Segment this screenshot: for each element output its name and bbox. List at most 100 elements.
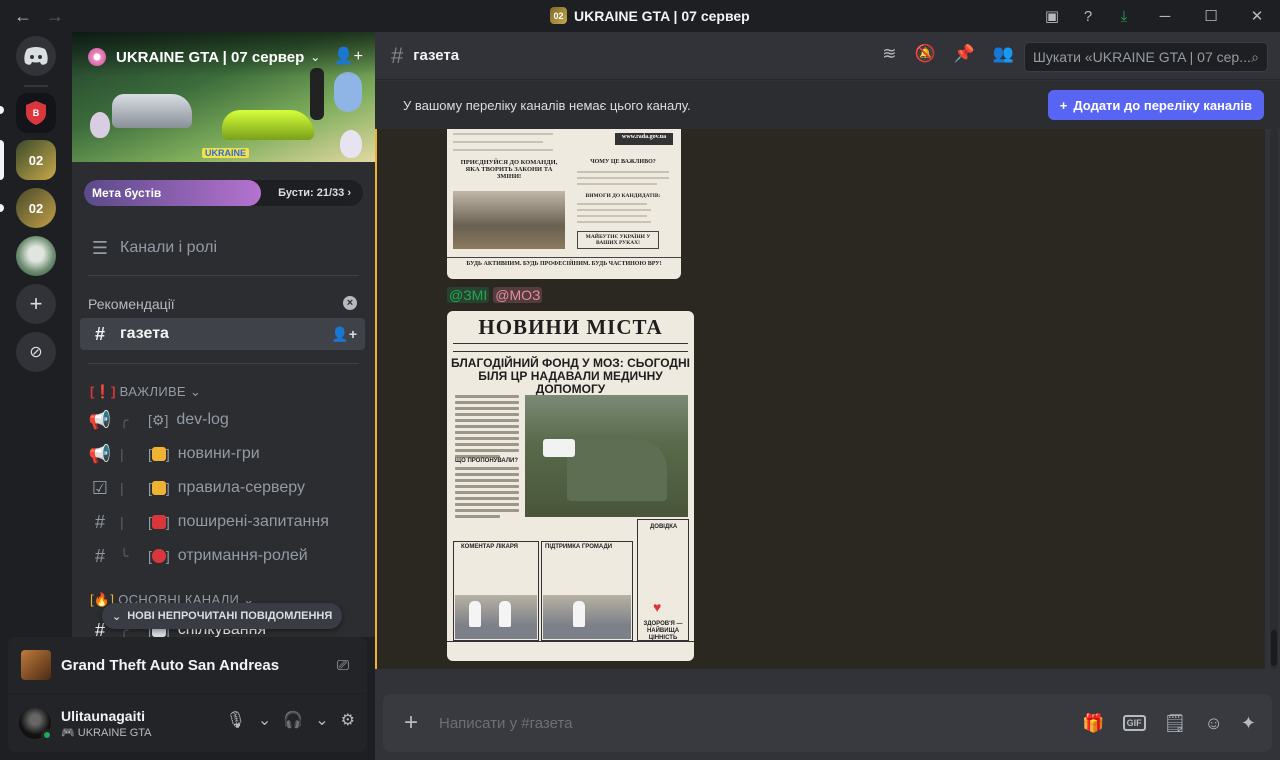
chevron-down-icon[interactable]: ⌄ bbox=[258, 710, 271, 730]
banner-bunny bbox=[334, 72, 362, 112]
banner-egg bbox=[90, 112, 110, 138]
gamepad-icon: 🎮 bbox=[61, 726, 75, 739]
sidebar-divider bbox=[88, 363, 359, 364]
window-title: UKRAINE GTA | 07 сервер bbox=[574, 7, 750, 24]
member-list-icon[interactable]: 👥 bbox=[993, 44, 1014, 64]
boost-goal-bar[interactable]: Мета бустів Бусти: 21/33 › bbox=[84, 180, 363, 206]
server-header[interactable]: UKRAINE GTA | 07 сервер ⌄ 👤+ bbox=[72, 44, 375, 70]
stream-screen-icon[interactable]: ⎚ bbox=[337, 657, 349, 674]
add-member-icon[interactable]: 👤+ bbox=[331, 326, 357, 343]
article-list bbox=[455, 467, 519, 521]
server-avatar[interactable] bbox=[16, 236, 56, 276]
not-in-list-notice: У вашому переліку каналів немає цього ка… bbox=[375, 81, 1280, 129]
chevron-down-icon: ⌄ bbox=[112, 610, 122, 623]
threads-icon[interactable]: ≋ bbox=[882, 44, 896, 64]
online-status-icon bbox=[41, 729, 53, 741]
recommendations-header: Рекомендації × bbox=[88, 296, 359, 312]
heart-icon: ♥ bbox=[653, 599, 662, 615]
add-server-button[interactable]: + bbox=[16, 284, 56, 324]
channels-roles-label: Канали і ролі bbox=[120, 239, 218, 256]
username[interactable]: Ulitaunagaiti bbox=[61, 708, 152, 724]
stop-sign-icon bbox=[151, 549, 166, 563]
search-box[interactable]: ⌕ bbox=[1024, 42, 1268, 72]
headphones-icon[interactable]: 🎧 bbox=[283, 710, 303, 730]
newspaper-headline: БЛАГОДІЙНИЙ ФОНД У МОЗ: СЬОГОДНІ БІЛЯ ЦР… bbox=[451, 356, 690, 396]
newspaper-dateline bbox=[453, 343, 688, 352]
gif-icon[interactable]: GIF bbox=[1122, 715, 1146, 731]
mention-zmi[interactable]: @ЗМІ bbox=[447, 287, 490, 303]
message-mentions: @ЗМІ @МОЗ bbox=[447, 287, 543, 303]
banner-car-lime bbox=[222, 110, 314, 140]
invite-user-icon[interactable]: 👤+ bbox=[334, 46, 363, 66]
game-title: Grand Theft Auto San Andreas bbox=[61, 656, 280, 674]
category-important[interactable]: [❗] ВАЖЛИВЕ ⌄ bbox=[90, 384, 201, 400]
channels-and-roles[interactable]: ☰ Канали і ролі bbox=[80, 232, 365, 264]
settings-gear-icon[interactable]: ⚙ bbox=[341, 710, 355, 730]
discord-home-icon[interactable] bbox=[16, 36, 56, 76]
gift-icon[interactable]: 🎁 bbox=[1082, 713, 1104, 734]
activity-panel[interactable]: Grand Theft Auto San Andreas ⎚ bbox=[8, 637, 367, 693]
pin-icon[interactable]: 📌 bbox=[954, 44, 975, 64]
hash-add-icon: # bbox=[94, 323, 105, 344]
channel-server-rules[interactable]: ☑ | [] правила-серверу bbox=[80, 472, 365, 504]
banner-logo: UKRAINE bbox=[202, 148, 250, 158]
channel-get-roles[interactable]: # ╰ [] отримання-ролей bbox=[80, 540, 365, 572]
screen-share-icon[interactable]: ▣ bbox=[1034, 0, 1070, 32]
announcement-icon: 📢 bbox=[88, 409, 112, 430]
message-scrollbar-track[interactable] bbox=[1270, 129, 1278, 669]
article-photo-ambulance bbox=[543, 439, 575, 457]
channel-game-news[interactable]: 📢 | [] новини-гри bbox=[80, 438, 365, 470]
server-ukraine-gta-07[interactable]: 02 bbox=[16, 140, 56, 180]
search-input[interactable] bbox=[1033, 49, 1252, 65]
plus-icon: + bbox=[1059, 97, 1068, 113]
article-text bbox=[455, 395, 519, 461]
channel-dev-log[interactable]: 📢 ╭ [⚙] dev-log bbox=[80, 404, 365, 436]
hash-icon: # bbox=[94, 545, 105, 566]
message-scrollbar-thumb[interactable] bbox=[1271, 630, 1277, 666]
dismiss-recommendations-icon[interactable]: × bbox=[343, 296, 357, 310]
channel-faq[interactable]: # | [] поширені-запитання bbox=[80, 506, 365, 538]
forward-arrow-icon[interactable]: → bbox=[46, 6, 64, 27]
microphone-icon[interactable]: 🎙 bbox=[226, 710, 246, 730]
new-unread-messages-pill[interactable]: ⌄ НОВІ НЕПРОЧИТАНІ ПОВІДОМЛЕННЯ bbox=[102, 603, 343, 629]
channel-gazeta[interactable]: # газета 👤+ bbox=[80, 318, 365, 350]
newspaper-masthead: НОВИНИ МІСТА bbox=[478, 315, 663, 339]
support-photo bbox=[543, 595, 631, 639]
search-icon: ⌕ bbox=[1251, 48, 1259, 65]
mention-moz[interactable]: @МОЗ bbox=[493, 287, 543, 303]
notepad-icon bbox=[151, 481, 166, 495]
explore-servers-icon[interactable]: ⊘ bbox=[16, 332, 56, 372]
phone-icon bbox=[151, 515, 166, 529]
maximize-button[interactable]: ☐ bbox=[1188, 0, 1234, 32]
bell-icon bbox=[151, 447, 166, 461]
minimize-button[interactable]: ─ bbox=[1142, 0, 1188, 32]
attach-plus-icon[interactable]: + bbox=[383, 709, 439, 737]
channel-sidebar: UKRAINE UKRAINE GTA | 07 сервер ⌄ 👤+ Мет… bbox=[72, 32, 375, 637]
notice-text: У вашому переліку каналів немає цього ка… bbox=[403, 97, 691, 113]
server-ukraine-gta-02[interactable]: 02 bbox=[16, 188, 56, 228]
doctors-photo bbox=[455, 595, 537, 639]
server-name: UKRAINE GTA | 07 сервер bbox=[116, 48, 305, 66]
add-to-channel-list-button[interactable]: + Додати до переліку каналів bbox=[1047, 90, 1264, 120]
svg-text:В: В bbox=[33, 108, 40, 118]
mute-bell-icon[interactable]: 🔕 bbox=[914, 44, 935, 64]
close-button[interactable]: ✕ bbox=[1234, 0, 1280, 32]
server-varta[interactable]: В bbox=[16, 93, 56, 133]
avatar[interactable] bbox=[19, 707, 53, 741]
sticker-icon[interactable]: 🗒 bbox=[1164, 713, 1187, 734]
user-status: 🎮 UKRAINE GTA bbox=[61, 726, 152, 739]
unread-indicator bbox=[0, 204, 4, 212]
back-arrow-icon[interactable]: ← bbox=[14, 6, 32, 27]
hash-icon: # bbox=[391, 42, 404, 68]
newspaper-image-2[interactable]: НОВИНИ МІСТА БЛАГОДІЙНИЙ ФОНД У МОЗ: СЬО… bbox=[447, 311, 694, 661]
chevron-down-icon[interactable]: ⌄ bbox=[315, 710, 328, 730]
server-flower-icon bbox=[88, 48, 106, 66]
newspaper-image-1[interactable]: www.rada.gov.ua ПРИЄДНУЙСЯ ДО КОМАНДИ, Я… bbox=[447, 129, 681, 279]
message-input[interactable] bbox=[439, 714, 1083, 732]
download-icon[interactable]: ⤓ bbox=[1106, 0, 1142, 32]
apps-icon[interactable]: ✦ bbox=[1241, 713, 1256, 734]
message-composer: + 🎁 GIF 🗒 ☺ ✦ bbox=[383, 694, 1272, 752]
sidebar-divider bbox=[88, 275, 359, 276]
emoji-icon[interactable]: ☺ bbox=[1205, 713, 1223, 734]
help-icon[interactable]: ? bbox=[1070, 0, 1106, 32]
